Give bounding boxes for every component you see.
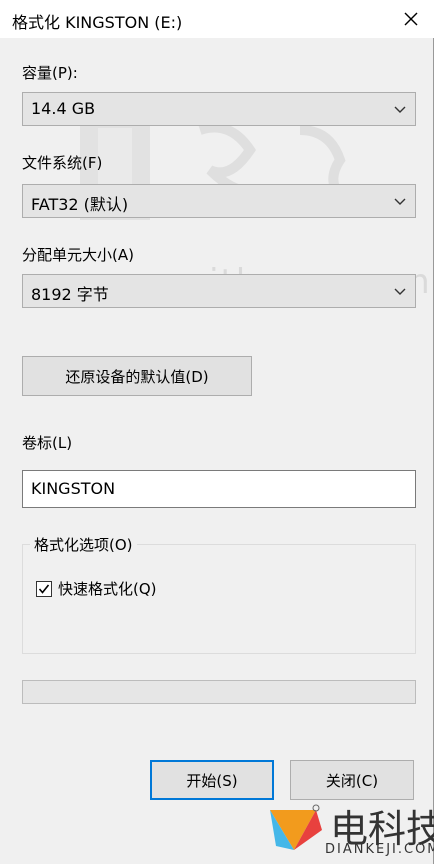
quick-format-option[interactable]: 快速格式化(Q) [36, 578, 157, 599]
close-window-button[interactable] [388, 0, 434, 38]
start-button[interactable]: 开始(S) [150, 760, 274, 800]
quick-format-label: 快速格式化(Q) [58, 580, 157, 598]
format-progress-bar [22, 680, 416, 704]
capacity-value: 14.4 GB [31, 99, 96, 118]
title-bar: 格式化 KINGSTON (E:) [0, 0, 434, 38]
file-system-select[interactable]: FAT32 (默认) [22, 184, 416, 218]
restore-defaults-button[interactable]: 还原设备的默认值(D) [22, 356, 252, 396]
close-button[interactable]: 关闭(C) [290, 760, 414, 800]
chevron-down-icon [394, 106, 406, 113]
format-options-title: 格式化选项(O) [30, 534, 137, 555]
close-icon [404, 12, 418, 26]
allocation-unit-label: 分配单元大小(A) [22, 246, 134, 264]
file-system-value: FAT32 (默认) [31, 195, 129, 214]
file-system-label: 文件系统(F) [22, 154, 103, 172]
allocation-unit-select[interactable]: 8192 字节 [22, 274, 416, 308]
volume-label-label: 卷标(L) [22, 434, 73, 452]
allocation-unit-value: 8192 字节 [31, 285, 109, 304]
volume-label-input[interactable]: KINGSTON [22, 470, 416, 508]
chevron-down-icon [394, 198, 406, 205]
format-dialog: 格式化 KINGSTON (E:) www.ithome.com 容量(P): … [0, 0, 440, 864]
brand-name-en: DIANKEJI.COM [325, 842, 440, 857]
window-edge [434, 0, 440, 864]
capacity-label: 容量(P): [22, 64, 78, 82]
chevron-down-icon [394, 288, 406, 295]
capacity-select[interactable]: 14.4 GB [22, 92, 416, 126]
format-options-group [22, 544, 416, 654]
volume-label-value: KINGSTON [31, 479, 116, 498]
window-title: 格式化 KINGSTON (E:) [12, 13, 183, 32]
quick-format-checkbox[interactable] [36, 580, 52, 597]
checkmark-icon [38, 584, 50, 594]
